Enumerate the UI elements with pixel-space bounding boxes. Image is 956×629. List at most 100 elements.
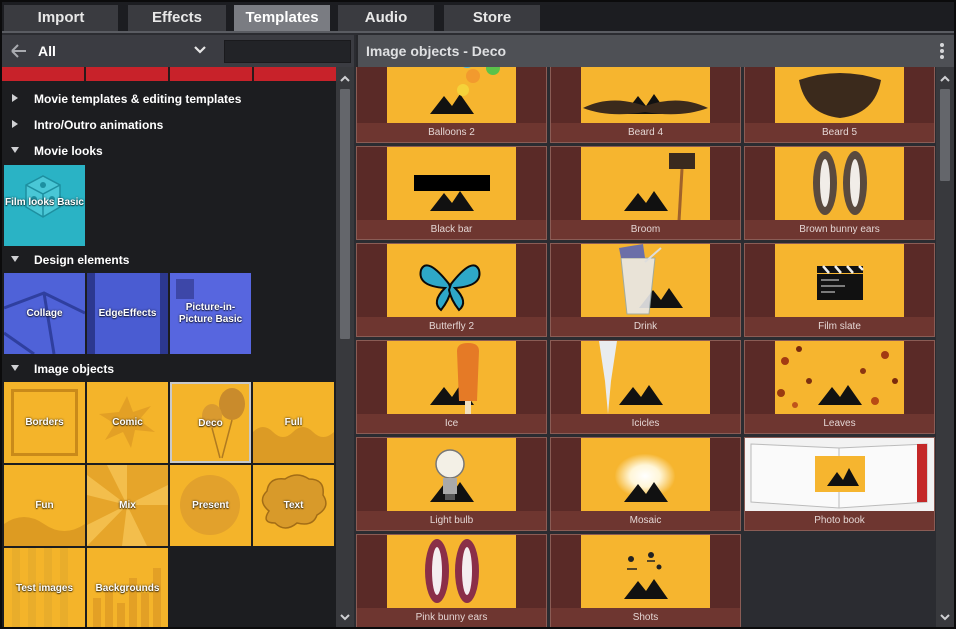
scroll-up-icon[interactable] <box>939 73 951 85</box>
item-label: Icicles <box>551 414 740 433</box>
butterfly-icon <box>419 264 481 312</box>
app-window: Import Effects Templates Audio Store All… <box>0 0 956 629</box>
scrollbar-thumb[interactable] <box>340 89 350 339</box>
tile-label: Film looks Basic <box>5 197 84 208</box>
item-label: Ice <box>357 414 546 433</box>
item-butterfly-2[interactable]: Butterfly 2 <box>356 243 547 337</box>
tile-label: Present <box>192 500 229 511</box>
item-brown-bunny-ears[interactable]: Brown bunny ears <box>744 146 935 240</box>
tile-picture-in-picture-basic[interactable]: Picture-in-Picture Basic <box>170 273 251 354</box>
bunny-ears-icon <box>425 539 479 603</box>
item-label: Beard 4 <box>551 123 740 142</box>
tab-audio[interactable]: Audio <box>338 5 434 31</box>
tile-label: Mix <box>119 500 136 511</box>
tile-present[interactable]: Present <box>170 465 251 546</box>
item-label: Brown bunny ears <box>745 220 934 239</box>
item-shots[interactable]: Shots <box>550 534 741 627</box>
leaves-icon <box>777 346 898 408</box>
tile-backgrounds[interactable]: Backgrounds <box>87 548 168 627</box>
tile-fun[interactable]: Fun <box>4 465 85 546</box>
item-label: Light bulb <box>357 511 546 530</box>
item-beard-5[interactable]: Beard 5 <box>744 67 935 143</box>
tile-collage[interactable]: Collage <box>4 273 85 354</box>
scrollbar-thumb[interactable] <box>940 89 950 181</box>
chevron-down-icon[interactable] <box>192 42 208 58</box>
tile-test-images[interactable]: Test images <box>4 548 85 627</box>
item-label: Film slate <box>745 317 934 336</box>
collapse-arrow-icon <box>11 147 19 153</box>
expand-arrow-icon <box>12 94 18 102</box>
item-film-slate[interactable]: Film slate <box>744 243 935 337</box>
item-label: Shots <box>551 608 740 627</box>
item-beard-4[interactable]: Beard 4 <box>550 67 741 143</box>
tab-bar: Import Effects Templates Audio Store <box>2 2 954 33</box>
tile-full[interactable]: Full <box>253 382 334 463</box>
category-design-elements[interactable]: Design elements <box>2 248 336 272</box>
category-dropdown-value[interactable]: All <box>38 43 56 59</box>
item-label: Photo book <box>745 511 934 530</box>
item-label: Pink bunny ears <box>357 608 546 627</box>
scroll-down-icon[interactable] <box>939 611 951 623</box>
category-label: Movie looks <box>34 144 103 158</box>
beard-icon <box>799 73 881 118</box>
item-black-bar[interactable]: Black bar <box>356 146 547 240</box>
tab-templates[interactable]: Templates <box>234 5 330 31</box>
tile-label: Collage <box>26 308 63 319</box>
collapse-arrow-icon <box>11 256 19 262</box>
category-label: Design elements <box>34 253 130 267</box>
partial-thumbnail-row <box>2 67 336 83</box>
item-label: Mosaic <box>551 511 740 530</box>
content-header: Image objects - Deco <box>356 35 954 67</box>
more-options-icon[interactable] <box>932 41 952 63</box>
beard-icon <box>583 100 708 115</box>
item-leaves[interactable]: Leaves <box>744 340 935 434</box>
tile-comic[interactable]: Comic <box>87 382 168 463</box>
item-light-bulb[interactable]: Light bulb <box>356 437 547 531</box>
scroll-up-icon[interactable] <box>339 73 351 85</box>
item-mosaic[interactable]: Mosaic <box>550 437 741 531</box>
light-bulb-icon <box>435 449 465 500</box>
item-ice[interactable]: Ice <box>356 340 547 434</box>
search-input[interactable] <box>224 40 351 63</box>
drink-icon <box>619 244 662 315</box>
tile-mix[interactable]: Mix <box>87 465 168 546</box>
tile-film-looks-basic[interactable]: Film looks Basic <box>4 165 85 246</box>
item-label: Beard 5 <box>745 123 934 142</box>
category-image-objects[interactable]: Image objects <box>2 357 336 381</box>
category-movie-templates[interactable]: Movie templates & editing templates <box>2 87 336 111</box>
item-label: Butterfly 2 <box>357 317 546 336</box>
item-photo-book[interactable]: Photo book <box>744 437 935 531</box>
tile-edge-effects[interactable]: EdgeEffects <box>87 273 168 354</box>
item-drink[interactable]: Drink <box>550 243 741 337</box>
back-arrow-icon[interactable] <box>9 41 29 61</box>
left-scrollbar[interactable] <box>336 67 354 627</box>
item-balloons-2[interactable]: Balloons 2 <box>356 67 547 143</box>
tile-deco-selected[interactable]: Deco <box>170 382 251 463</box>
placeholder-mountain-icon <box>624 191 668 211</box>
placeholder-mountain-icon <box>619 385 663 405</box>
item-label: Balloons 2 <box>357 123 546 142</box>
photo-book-icon <box>750 443 928 509</box>
tab-store[interactable]: Store <box>444 5 540 31</box>
right-scrollbar[interactable] <box>936 67 954 627</box>
item-icicles[interactable]: Icicles <box>550 340 741 434</box>
category-intro-outro[interactable]: Intro/Outro animations <box>2 113 336 137</box>
tile-label: Comic <box>112 417 143 428</box>
item-label: Leaves <box>745 414 934 433</box>
broom-icon <box>669 153 695 220</box>
tile-label: Fun <box>35 500 54 511</box>
item-pink-bunny-ears[interactable]: Pink bunny ears <box>356 534 547 627</box>
tab-effects[interactable]: Effects <box>128 5 226 31</box>
item-broom[interactable]: Broom <box>550 146 741 240</box>
tile-label: EdgeEffects <box>98 308 157 319</box>
placeholder-mountain-icon <box>624 482 668 502</box>
black-bar-icon <box>414 175 490 191</box>
tile-text[interactable]: Text <box>253 465 334 546</box>
category-movie-looks[interactable]: Movie looks <box>2 139 336 163</box>
tab-import[interactable]: Import <box>4 5 118 31</box>
category-label: Image objects <box>34 362 115 376</box>
tile-borders[interactable]: Borders <box>4 382 85 463</box>
items-grid: Balloons 2 Beard 4 Beard 5 Black bar Bro… <box>356 67 936 627</box>
scroll-down-icon[interactable] <box>339 611 351 623</box>
category-label: Intro/Outro animations <box>34 118 164 132</box>
